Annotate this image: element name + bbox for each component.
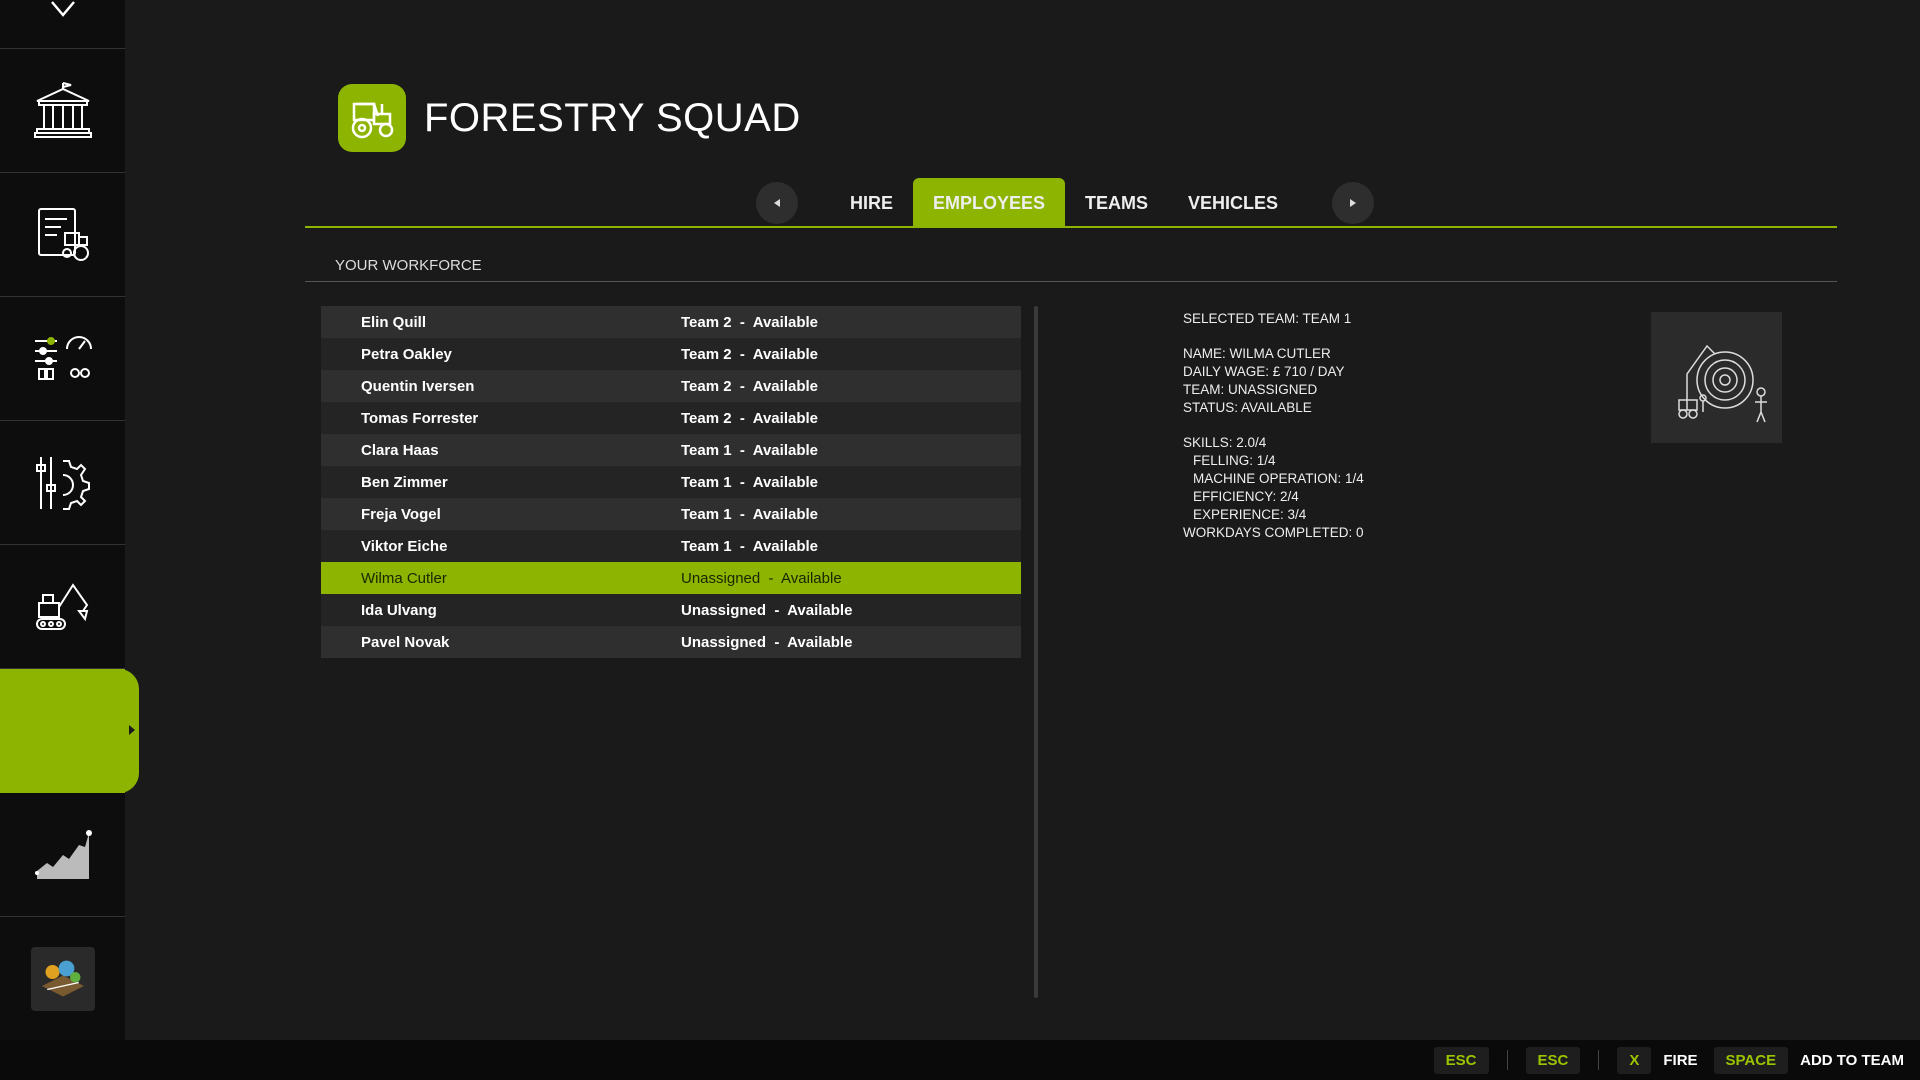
employee-name: Pavel Novak [361,633,450,651]
tab-prev-button[interactable] [756,182,798,224]
sidebar [0,0,139,1041]
footer-bar: ESC ESC X FIRE SPACE ADD TO TEAM [0,1040,1920,1080]
footer-separator [1598,1050,1600,1070]
detail-workdays: WORKDAYS COMPLETED: 0 [1183,525,1364,540]
growth-chart-icon [34,829,92,879]
section-divider [305,281,1837,282]
employee-row[interactable]: Viktor Eiche Team 1 - Available [321,530,1021,562]
employee-row[interactable]: Ida Ulvang Unassigned - Available [321,594,1021,626]
employee-name: Ida Ulvang [361,601,437,619]
employee-status: Team 1 - Available [681,505,818,523]
employee-status: Team 2 - Available [681,345,818,363]
detail-skills: SKILLS: 2.0/4 [1183,435,1267,450]
list-scrollbar[interactable] [1034,306,1038,998]
employee-status: Team 1 - Available [681,537,818,555]
sidebar-item-contracts[interactable] [0,173,125,297]
employee-name: Tomas Forrester [361,409,479,427]
sidebar-item-settings[interactable] [0,297,125,421]
employee-row[interactable]: Wilma Cutler Unassigned - Available [321,562,1021,594]
tab-teams[interactable]: TEAMS [1065,178,1168,228]
employee-row[interactable]: Clara Haas Team 1 - Available [321,434,1021,466]
key-space[interactable]: SPACE [1713,1046,1789,1074]
employee-status: Team 2 - Available [681,409,818,427]
employee-row[interactable]: Petra Oakley Team 2 - Available [321,338,1021,370]
employee-name: Ben Zimmer [361,473,448,491]
key-fire[interactable]: X [1617,1046,1652,1074]
section-title: YOUR WORKFORCE [335,257,482,274]
detail-status: STATUS: AVAILABLE [1183,400,1312,415]
tab-next-button[interactable] [1332,182,1375,224]
gear-sliders-icon [35,456,90,510]
employee-status: Unassigned - Available [681,633,853,651]
fire-action[interactable]: FIRE [1663,1052,1697,1069]
employee-name: Clara Haas [361,441,439,459]
employee-name: Petra Oakley [361,345,452,363]
sidebar-item-upgrades[interactable] [0,421,125,545]
active-caret-icon [129,725,135,735]
sidebar-item-map[interactable] [0,917,125,1041]
page-header: FORESTRY SQUAD [338,84,801,152]
detail-experience: EXPERIENCE: 3/4 [1193,507,1307,522]
employee-details: SELECTED TEAM: TEAM 1 NAME: WILMA CUTLER… [1183,310,1364,542]
employee-status: Team 1 - Available [681,441,818,459]
page-title: FORESTRY SQUAD [424,95,801,140]
chevron-right-icon [1350,199,1357,207]
employee-status: Unassigned - Available [681,569,842,587]
employee-name: Quentin Iversen [361,377,475,395]
employee-list: Elin Quill Team 2 - Available Petra Oakley… [321,306,1021,658]
tractor-contract-icon [37,207,89,261]
employee-name: Wilma Cutler [361,569,447,587]
key-esc-1[interactable]: ESC [1433,1046,1489,1074]
chevron-down-icon [50,1,75,17]
tab-underline [305,226,1837,228]
map-icon [41,960,84,996]
employee-name: Viktor Eiche [361,537,448,555]
detail-wage: DAILY WAGE: £ 710 / DAY [1183,364,1345,379]
map-thumbnail [30,946,95,1011]
sidebar-item-statistics[interactable] [0,793,125,917]
bank-icon [33,81,92,138]
lumberjack-log-icon [1677,344,1767,422]
settings-gauge-icon [34,335,92,380]
employee-row[interactable]: Freja Vogel Team 1 - Available [321,498,1021,530]
detail-machine: MACHINE OPERATION: 1/4 [1193,471,1364,486]
employee-status: Team 1 - Available [681,473,818,491]
tab-hire[interactable]: HIRE [830,178,913,228]
sidebar-item-forestry-squad[interactable] [0,669,139,793]
tab-employees[interactable]: EMPLOYEES [913,178,1066,228]
sidebar-item-bank[interactable] [0,49,125,173]
employee-row[interactable]: Quentin Iversen Team 2 - Available [321,370,1021,402]
employee-name: Freja Vogel [361,505,441,523]
footer-separator [1506,1050,1508,1070]
key-esc-2[interactable]: ESC [1525,1046,1581,1074]
employee-row[interactable]: Elin Quill Team 2 - Available [321,306,1021,338]
excavator-icon [35,582,88,630]
employee-status: Team 2 - Available [681,313,818,331]
employee-portrait [1651,312,1782,443]
tab-vehicles[interactable]: VEHICLES [1168,178,1298,228]
employee-row[interactable]: Tomas Forrester Team 2 - Available [321,402,1021,434]
sidebar-collapse[interactable] [0,0,125,49]
detail-felling: FELLING: 1/4 [1193,453,1276,468]
detail-efficiency: EFFICIENCY: 2/4 [1193,489,1299,504]
employee-status: Unassigned - Available [681,601,853,619]
chevron-left-icon [774,199,780,207]
tab-bar: HIRE EMPLOYEES TEAMS VEHICLES [756,178,1375,228]
tractor-icon [338,84,406,152]
detail-name: NAME: WILMA CUTLER [1183,346,1331,361]
employee-name: Elin Quill [361,313,427,331]
employee-status: Team 2 - Available [681,377,818,395]
detail-team: TEAM: UNASSIGNED [1183,382,1318,397]
selected-team: SELECTED TEAM: TEAM 1 [1183,311,1352,326]
employee-row[interactable]: Ben Zimmer Team 1 - Available [321,466,1021,498]
sidebar-item-machinery[interactable] [0,545,125,669]
add-to-team-action[interactable]: ADD TO TEAM [1800,1052,1904,1069]
employee-row[interactable]: Pavel Novak Unassigned - Available [321,626,1021,658]
